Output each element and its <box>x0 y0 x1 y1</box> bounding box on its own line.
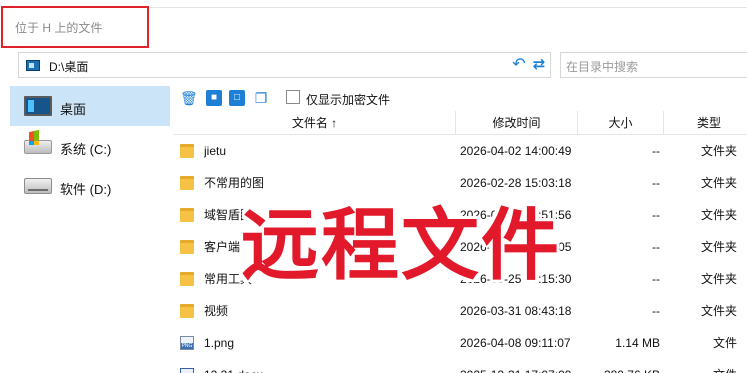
sidebar: 桌面 系统 (C:) 软件 (D:) <box>0 84 172 373</box>
address-bar[interactable]: D:\桌面 ↶ ⇄ <box>18 52 551 78</box>
file-name: 常用工具 <box>204 272 253 286</box>
file-modified: 2026-03-05 15:54:05 <box>460 240 572 254</box>
file-modified: 2026-03-31 08:43:18 <box>460 304 572 318</box>
search-box[interactable]: 在目录中搜索 <box>560 52 747 78</box>
copy-icon[interactable]: ❐ <box>253 90 269 106</box>
file-size: -- <box>652 176 660 190</box>
column-header-size[interactable]: 大小 <box>578 111 664 135</box>
header-divider <box>149 7 747 8</box>
column-header-modified[interactable]: 修改时间 <box>456 111 578 135</box>
folder-icon <box>180 272 194 286</box>
delete-icon[interactable]: 🗑 <box>180 90 198 106</box>
file-name: 域智盾图 <box>204 208 253 222</box>
table-row[interactable]: 域智盾图 2026-03-05 09:51:56 -- 文件夹 <box>174 199 747 231</box>
sidebar-item-system-drive[interactable]: 系统 (C:) <box>10 126 170 166</box>
file-name: 客户端 <box>204 240 241 254</box>
folder-icon <box>180 240 194 254</box>
file-name: 1.png <box>204 336 235 350</box>
file-name: jietu <box>204 144 227 158</box>
file-size: -- <box>652 240 660 254</box>
column-header-name[interactable]: 文件名 ↑ <box>174 111 456 135</box>
sidebar-item-label: 桌面 <box>60 102 87 117</box>
desktop-icon <box>26 60 40 71</box>
table-row[interactable]: 1.png 2026-04-08 09:11:07 1.14 MB 文件 <box>174 327 747 359</box>
address-path: D:\桌面 <box>49 60 89 74</box>
file-modified: 2026-03-05 09:51:56 <box>460 208 572 222</box>
window-title: 位于 H 上的文件 <box>15 21 103 35</box>
file-name: 12.31.docx <box>204 359 444 373</box>
file-modified: 2026-04-08 09:11:07 <box>460 336 571 350</box>
table-row[interactable]: jietu 2026-04-02 14:00:49 -- 文件夹 <box>174 135 747 167</box>
table-row[interactable]: 不常用的图 2026-02-28 15:03:18 -- 文件夹 <box>174 167 747 199</box>
file-type: 文件夹 <box>700 208 737 222</box>
file-toolbar: 🗑 ■ □ ❐ 仅显示加密文件 <box>178 87 408 109</box>
file-size: 280.76 KB <box>578 359 660 373</box>
file-name: 不常用的图 <box>204 176 265 190</box>
file-type: 文件夹 <box>700 272 737 286</box>
file-table: 文件名 ↑ 修改时间 大小 类型 jietu 2026-04-02 14:00:… <box>174 111 747 373</box>
table-row[interactable]: 常用工具 2026-03-25 09:15:30 -- 文件夹 <box>174 263 747 295</box>
file-size: 1.14 MB <box>615 336 660 350</box>
file-size: -- <box>652 208 660 222</box>
file-type: 文件 <box>664 359 747 373</box>
table-row[interactable]: 12.31.docx 2025-12-31 17:07:09 280.76 KB… <box>174 359 747 373</box>
back-icon[interactable]: ↶ <box>510 55 528 75</box>
file-size: -- <box>652 304 660 318</box>
folder-icon <box>180 304 194 318</box>
lock-icon[interactable]: ■ <box>206 90 222 106</box>
file-modified: 2026-02-28 15:03:18 <box>460 176 572 190</box>
table-header: 文件名 ↑ 修改时间 大小 类型 <box>174 111 747 135</box>
unlock-icon[interactable]: □ <box>229 90 245 106</box>
file-type: 文件夹 <box>700 144 737 158</box>
refresh-icon[interactable]: ⇄ <box>530 55 548 75</box>
folder-icon <box>180 208 194 222</box>
docx-file-icon <box>180 368 194 373</box>
file-modified: 2026-04-02 14:00:49 <box>460 144 572 158</box>
sidebar-item-desktop[interactable]: 桌面 <box>10 86 170 126</box>
file-name: 视频 <box>204 304 229 318</box>
file-modified: 2026-03-25 09:15:30 <box>460 272 572 286</box>
file-type: 文件 <box>712 336 737 350</box>
drive-icon <box>24 178 52 194</box>
table-row[interactable]: 客户端 2026-03-05 15:54:05 -- 文件夹 <box>174 231 747 263</box>
sidebar-item-software-drive[interactable]: 软件 (D:) <box>10 166 170 206</box>
column-header-type[interactable]: 类型 <box>664 111 747 135</box>
file-modified: 2025-12-31 17:07:09 <box>460 359 578 373</box>
sidebar-item-label: 系统 (C:) <box>60 142 112 157</box>
file-size: -- <box>652 144 660 158</box>
file-type: 文件夹 <box>700 176 737 190</box>
system-drive-icon <box>24 140 52 154</box>
sidebar-item-label: 软件 (D:) <box>60 182 112 197</box>
desktop-icon <box>24 96 52 116</box>
search-placeholder: 在目录中搜索 <box>566 60 639 74</box>
encrypted-only-checkbox[interactable] <box>286 90 300 104</box>
file-size: -- <box>652 272 660 286</box>
file-type: 文件夹 <box>700 240 737 254</box>
encrypted-only-label: 仅显示加密文件 <box>306 93 391 107</box>
png-file-icon <box>180 336 194 350</box>
table-row[interactable]: 视频 2026-03-31 08:43:18 -- 文件夹 <box>174 295 747 327</box>
folder-icon <box>180 176 194 190</box>
file-type: 文件夹 <box>700 304 737 318</box>
folder-icon <box>180 144 194 158</box>
